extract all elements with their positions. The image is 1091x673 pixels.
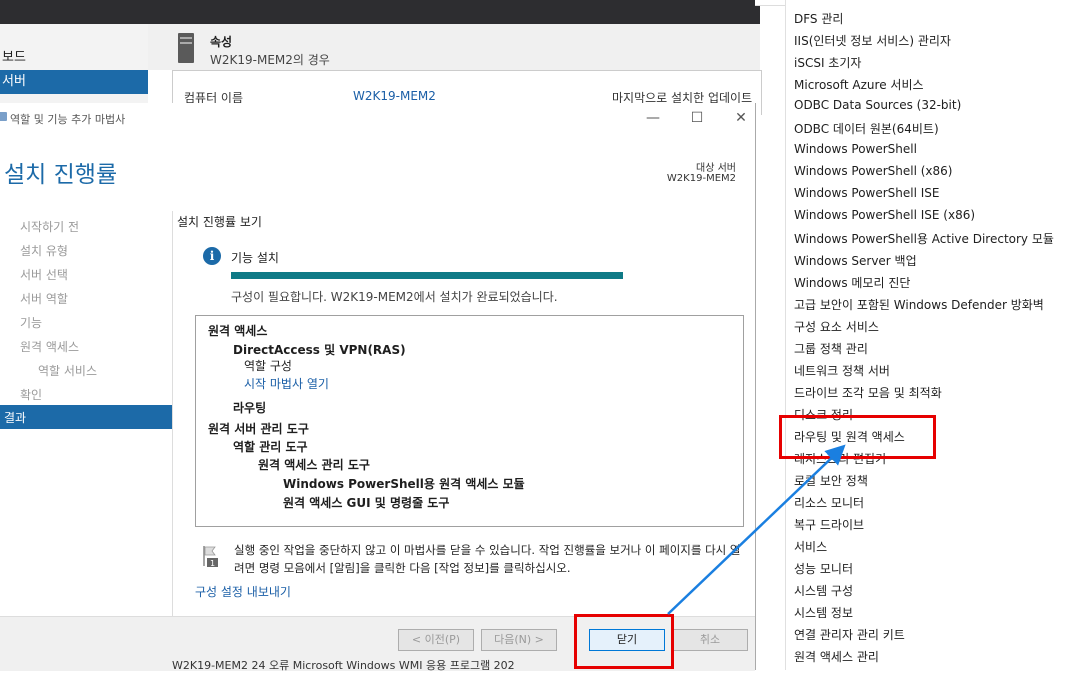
annotation-arrow: [667, 444, 846, 615]
arrow-line: [667, 444, 846, 615]
